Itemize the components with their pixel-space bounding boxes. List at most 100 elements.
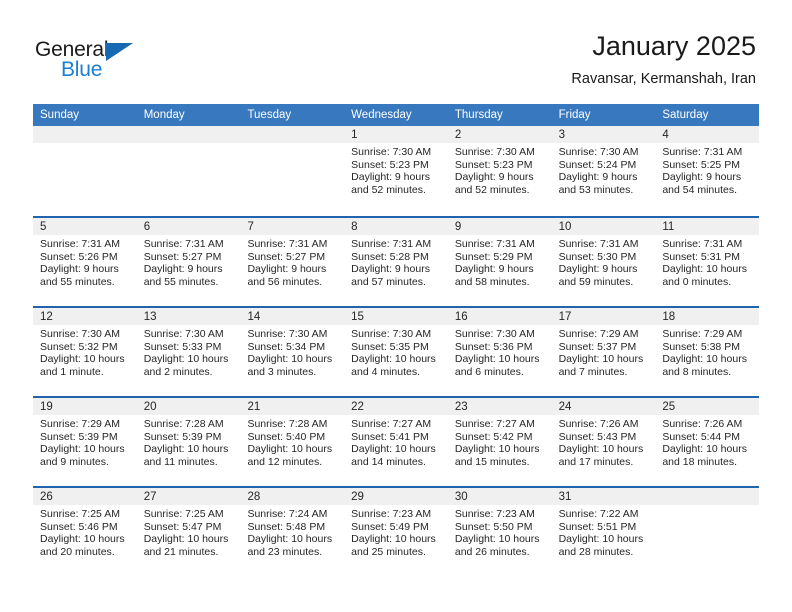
day-cell[interactable]: 13 Sunrise: 7:30 AM Sunset: 5:33 PM Dayligh… (136, 308, 241, 396)
day-cell[interactable]: 9 Sunrise: 7:31 AM Sunset: 5:29 PM Daylight… (447, 218, 552, 306)
day-cell[interactable]: 15 Sunrise: 7:30 AM Sunset: 5:35 PM Dayligh… (344, 308, 448, 396)
day-number: 28 (240, 488, 345, 505)
day-detail-sunrise: Sunrise: 7:28 AM (143, 418, 224, 430)
day-number: 26 (33, 488, 137, 505)
day-detail-daylight2: and 52 minutes. (351, 183, 426, 196)
day-cell[interactable]: 1 Sunrise: 7:30 AM Sunset: 5:23 PM Daylight… (344, 126, 448, 216)
day-cell[interactable]: 24 Sunrise: 7:26 AM Sunset: 5:43 PM Dayligh… (551, 398, 656, 486)
day-details: Sunrise: 7:30 AM Sunset: 5:33 PM Daylight:… (137, 325, 241, 378)
day-detail-sunrise: Sunrise: 7:29 AM (40, 418, 120, 430)
day-detail-daylight2: and 12 minutes. (247, 455, 323, 468)
day-cell[interactable]: 26 Sunrise: 7:25 AM Sunset: 5:46 PM Dayligh… (33, 488, 137, 576)
weekday-header-tuesday: Tuesday (247, 109, 292, 121)
day-details: Sunrise: 7:25 AM Sunset: 5:47 PM Daylight:… (137, 505, 241, 558)
day-detail-sunset: Sunset: 5:31 PM (662, 250, 740, 263)
day-detail-daylight2: and 3 minutes. (247, 365, 317, 378)
day-detail-daylight2: and 15 minutes. (454, 455, 530, 468)
day-detail-sunrise: Sunrise: 7:25 AM (40, 508, 120, 520)
day-cell[interactable]: 20 Sunrise: 7:28 AM Sunset: 5:39 PM Dayligh… (136, 398, 241, 486)
day-cell[interactable]: 19 Sunrise: 7:29 AM Sunset: 5:39 PM Dayligh… (33, 398, 137, 486)
day-detail-sunrise: Sunrise: 7:30 AM (351, 328, 432, 340)
day-number: 24 (551, 398, 656, 415)
day-detail-sunset: Sunset: 5:51 PM (558, 520, 637, 533)
day-detail-sunset: Sunset: 5:34 PM (247, 340, 326, 353)
weekday-header-thursday: Thursday (454, 109, 503, 121)
calendar-week-row: 26 Sunrise: 7:25 AM Sunset: 5:46 PM Dayligh… (33, 486, 760, 576)
day-cell-empty (240, 126, 345, 216)
day-detail-sunrise: Sunrise: 7:30 AM (143, 328, 224, 340)
page-subtitle: Ravansar, Kermanshah, Iran (571, 71, 756, 87)
day-detail-daylight2: and 17 minutes. (558, 455, 634, 468)
day-details: Sunrise: 7:29 AM Sunset: 5:37 PM Daylight:… (552, 325, 656, 378)
day-cell[interactable]: 3 Sunrise: 7:30 AM Sunset: 5:24 PM Daylight… (551, 126, 656, 216)
day-detail-daylight1: Daylight: 9 hours (454, 263, 534, 276)
day-detail-sunset: Sunset: 5:30 PM (558, 250, 637, 263)
day-detail-sunrise: Sunrise: 7:26 AM (662, 418, 743, 430)
day-details: Sunrise: 7:30 AM Sunset: 5:23 PM Daylight:… (344, 143, 448, 196)
day-cell[interactable]: 21 Sunrise: 7:28 AM Sunset: 5:40 PM Dayligh… (240, 398, 345, 486)
weekday-header-saturday: Saturday (662, 109, 709, 121)
day-cell[interactable]: 14 Sunrise: 7:30 AM Sunset: 5:34 PM Dayligh… (240, 308, 345, 396)
day-number: 22 (344, 398, 448, 415)
day-number: 10 (551, 218, 656, 235)
day-detail-sunrise: Sunrise: 7:30 AM (558, 146, 639, 158)
day-cell[interactable]: 6 Sunrise: 7:31 AM Sunset: 5:27 PM Daylight… (136, 218, 241, 306)
day-details: Sunrise: 7:29 AM Sunset: 5:38 PM Daylight:… (655, 325, 759, 378)
day-details: Sunrise: 7:31 AM Sunset: 5:30 PM Daylight:… (552, 235, 656, 288)
weekday-header-friday: Friday (558, 109, 591, 121)
day-number: 18 (655, 308, 760, 325)
day-cell[interactable]: 12 Sunrise: 7:30 AM Sunset: 5:32 PM Dayligh… (33, 308, 137, 396)
day-detail-daylight2: and 23 minutes. (247, 545, 323, 558)
day-cell[interactable]: 27 Sunrise: 7:25 AM Sunset: 5:47 PM Dayligh… (136, 488, 241, 576)
day-detail-sunset: Sunset: 5:47 PM (143, 520, 222, 533)
calendar-page: General Blue January 2025 Ravansar, Kerm… (0, 0, 792, 612)
day-detail-sunrise: Sunrise: 7:31 AM (662, 146, 743, 158)
day-cell[interactable]: 22 Sunrise: 7:27 AM Sunset: 5:41 PM Dayligh… (344, 398, 448, 486)
day-cell[interactable]: 23 Sunrise: 7:27 AM Sunset: 5:42 PM Dayligh… (447, 398, 552, 486)
day-cell[interactable]: 18 Sunrise: 7:29 AM Sunset: 5:38 PM Dayligh… (655, 308, 760, 396)
day-detail-sunset: Sunset: 5:24 PM (558, 158, 637, 171)
day-detail-sunrise: Sunrise: 7:31 AM (662, 238, 743, 250)
day-cell[interactable]: 25 Sunrise: 7:26 AM Sunset: 5:44 PM Dayligh… (655, 398, 760, 486)
day-cell[interactable]: 4 Sunrise: 7:31 AM Sunset: 5:25 PM Daylight… (655, 126, 760, 216)
day-detail-sunset: Sunset: 5:50 PM (454, 520, 533, 533)
logo-triangle-icon (106, 43, 133, 61)
day-cell[interactable]: 10 Sunrise: 7:31 AM Sunset: 5:30 PM Dayligh… (551, 218, 656, 306)
day-cell[interactable]: 5 Sunrise: 7:31 AM Sunset: 5:26 PM Daylight… (33, 218, 137, 306)
day-cell[interactable]: 31 Sunrise: 7:22 AM Sunset: 5:51 PM Dayligh… (551, 488, 656, 576)
day-detail-sunset: Sunset: 5:32 PM (40, 340, 118, 353)
day-detail-sunrise: Sunrise: 7:30 AM (40, 328, 120, 340)
day-cell[interactable]: 28 Sunrise: 7:24 AM Sunset: 5:48 PM Dayligh… (240, 488, 345, 576)
day-detail-daylight1: Daylight: 10 hours (143, 353, 229, 366)
day-cell[interactable]: 2 Sunrise: 7:30 AM Sunset: 5:23 PM Daylight… (447, 126, 552, 216)
day-detail-sunset: Sunset: 5:27 PM (143, 250, 222, 263)
day-cell[interactable]: 16 Sunrise: 7:30 AM Sunset: 5:36 PM Dayligh… (447, 308, 552, 396)
day-detail-daylight1: Daylight: 9 hours (247, 263, 327, 276)
day-detail-daylight1: Daylight: 10 hours (351, 353, 436, 366)
day-detail-daylight1: Daylight: 10 hours (40, 533, 125, 546)
day-number: 3 (551, 126, 656, 143)
day-detail-sunrise: Sunrise: 7:31 AM (247, 238, 328, 250)
day-detail-sunset: Sunset: 5:44 PM (662, 430, 740, 443)
day-cell[interactable]: 7 Sunrise: 7:31 AM Sunset: 5:27 PM Daylight… (240, 218, 345, 306)
calendar-week-row: 5 Sunrise: 7:31 AM Sunset: 5:26 PM Daylight… (33, 216, 760, 306)
day-detail-sunset: Sunset: 5:39 PM (143, 430, 222, 443)
day-detail-sunrise: Sunrise: 7:29 AM (558, 328, 639, 340)
day-detail-sunset: Sunset: 5:33 PM (143, 340, 222, 353)
day-cell[interactable]: 8 Sunrise: 7:31 AM Sunset: 5:28 PM Daylight… (344, 218, 448, 306)
day-detail-sunrise: Sunrise: 7:25 AM (143, 508, 224, 520)
day-cell[interactable]: 17 Sunrise: 7:29 AM Sunset: 5:37 PM Dayligh… (551, 308, 656, 396)
day-number: 2 (447, 126, 552, 143)
day-detail-sunrise: Sunrise: 7:27 AM (454, 418, 535, 430)
day-details: Sunrise: 7:30 AM Sunset: 5:36 PM Daylight:… (448, 325, 552, 378)
day-detail-daylight1: Daylight: 9 hours (143, 263, 223, 276)
day-detail-daylight1: Daylight: 10 hours (662, 443, 747, 456)
day-details: Sunrise: 7:30 AM Sunset: 5:34 PM Daylight:… (240, 325, 344, 378)
day-cell[interactable]: 29 Sunrise: 7:23 AM Sunset: 5:49 PM Dayligh… (344, 488, 448, 576)
day-detail-daylight1: Daylight: 9 hours (40, 263, 119, 276)
day-cell[interactable]: 11 Sunrise: 7:31 AM Sunset: 5:31 PM Dayligh… (655, 218, 760, 306)
day-cell[interactable]: 30 Sunrise: 7:23 AM Sunset: 5:50 PM Dayligh… (447, 488, 552, 576)
day-detail-sunrise: Sunrise: 7:26 AM (558, 418, 639, 430)
day-number: 8 (344, 218, 448, 235)
page-title: January 2025 (592, 31, 756, 61)
